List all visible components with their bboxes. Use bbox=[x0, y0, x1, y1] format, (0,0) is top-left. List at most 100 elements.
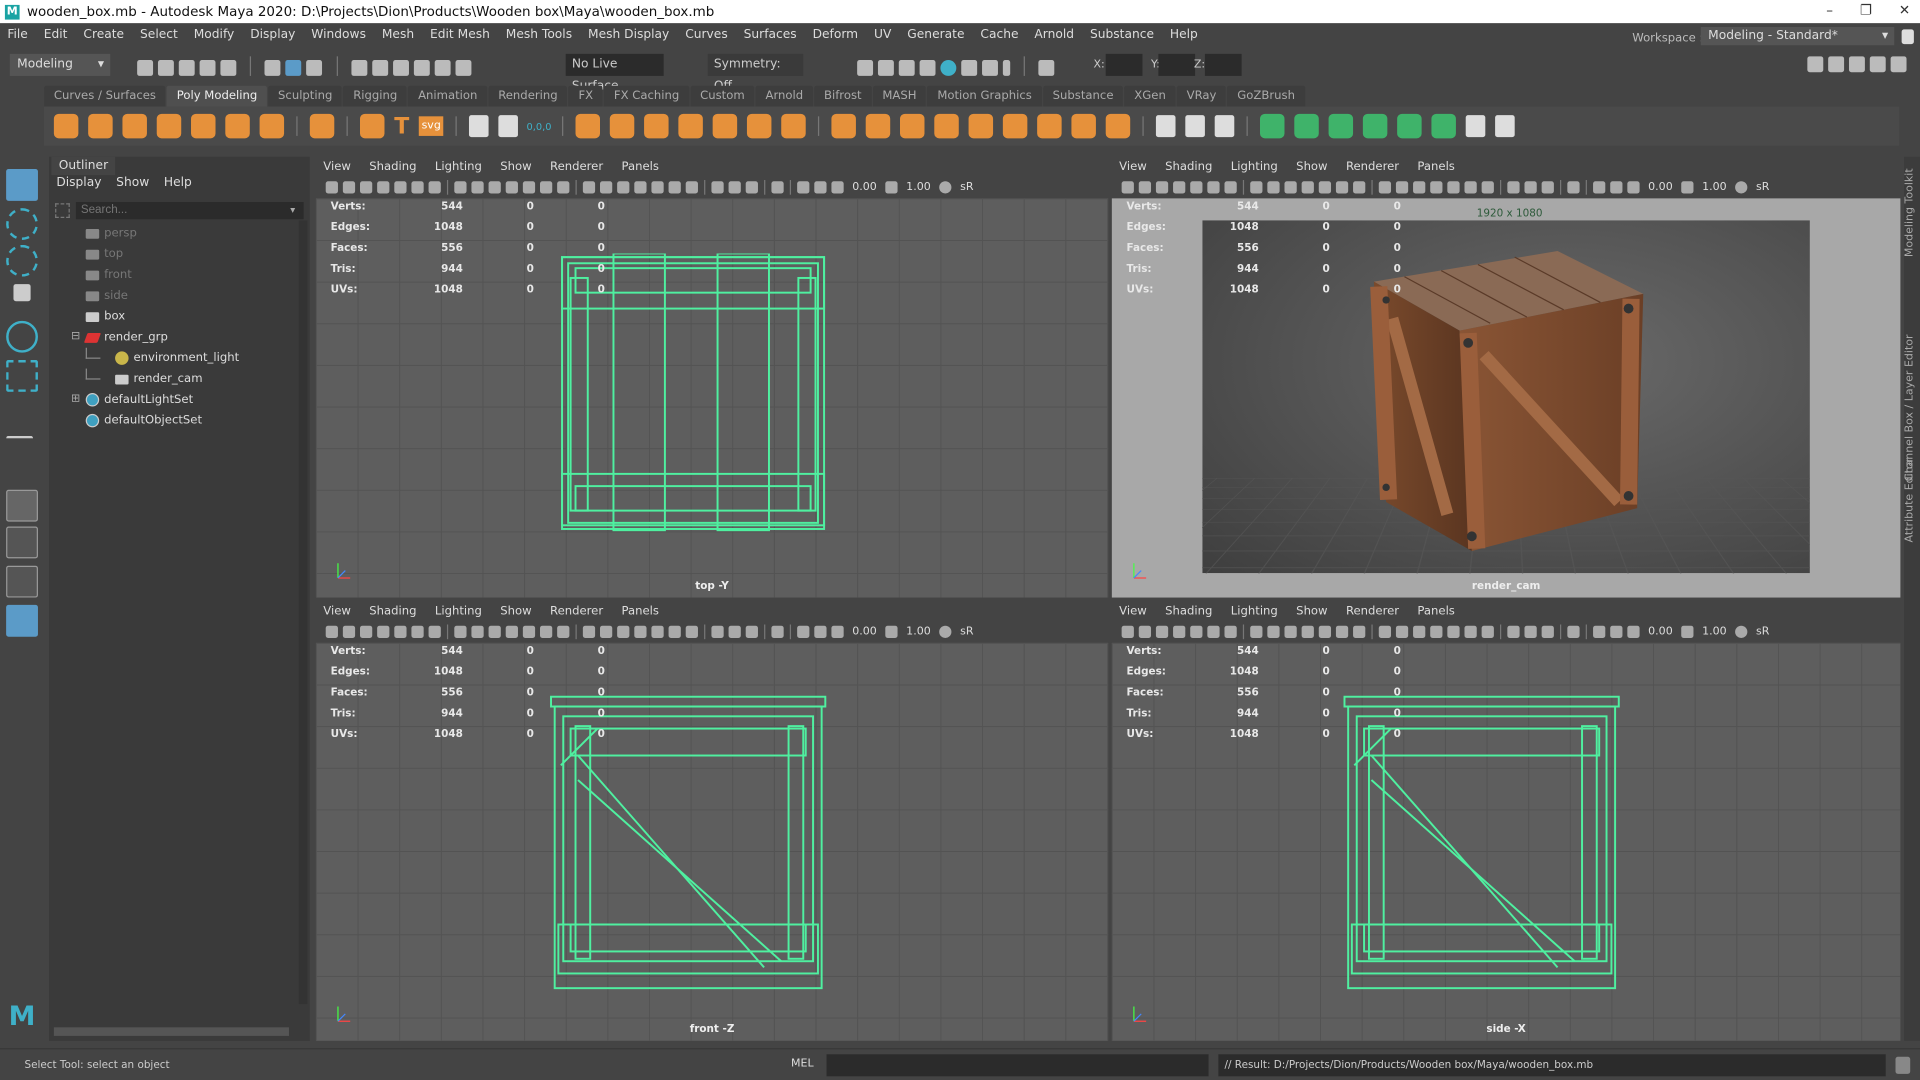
render-setup-icon[interactable] bbox=[961, 60, 978, 76]
color-management-icon[interactable] bbox=[939, 181, 952, 194]
ambient-occlusion-icon[interactable] bbox=[711, 625, 724, 638]
colorspace-label[interactable]: sR bbox=[1756, 181, 1769, 193]
viewport-menu-view[interactable]: View bbox=[323, 604, 351, 621]
grease-pencil-icon[interactable] bbox=[428, 625, 441, 638]
safe-action-icon[interactable] bbox=[540, 181, 553, 194]
shelf-tab-motion-graphics[interactable]: Motion Graphics bbox=[927, 85, 1042, 107]
shelf-tab-sculpting[interactable]: Sculpting bbox=[268, 85, 343, 107]
menu-curves[interactable]: Curves bbox=[685, 28, 728, 41]
uv-editor-icon[interactable] bbox=[1431, 113, 1457, 139]
light-editor-icon[interactable] bbox=[982, 60, 998, 76]
viewport-menu-view[interactable]: View bbox=[323, 159, 351, 176]
menu-display[interactable]: Display bbox=[250, 28, 295, 41]
outliner-item[interactable]: environment_light bbox=[85, 347, 239, 369]
gamma-icon[interactable] bbox=[885, 625, 898, 638]
circularize-icon[interactable] bbox=[1071, 113, 1097, 139]
viewport-menu-panels[interactable]: Panels bbox=[622, 159, 659, 176]
wireframe-on-shaded-icon[interactable] bbox=[634, 181, 647, 194]
redo-icon[interactable] bbox=[220, 60, 237, 76]
camera-attributes-icon[interactable] bbox=[1155, 181, 1169, 194]
viewport-menu-lighting[interactable]: Lighting bbox=[435, 159, 482, 176]
poke-icon[interactable] bbox=[1003, 113, 1028, 139]
xray-joints-icon[interactable] bbox=[797, 625, 810, 638]
render-settings-icon[interactable] bbox=[919, 60, 936, 76]
menu-windows[interactable]: Windows bbox=[311, 28, 366, 41]
viewport-menu-renderer[interactable]: Renderer bbox=[550, 159, 603, 176]
outliner-item[interactable]: render_cam bbox=[85, 368, 203, 390]
motion-blur-icon[interactable] bbox=[1524, 625, 1537, 638]
bookmarks-icon[interactable] bbox=[377, 625, 390, 638]
menuset-dropdown[interactable]: Modeling ▾ bbox=[9, 53, 111, 76]
grease-pencil-icon[interactable] bbox=[1224, 625, 1237, 638]
menu-deform[interactable]: Deform bbox=[813, 28, 859, 41]
motion-blur-icon[interactable] bbox=[728, 181, 741, 194]
add-divisions-icon[interactable] bbox=[969, 113, 994, 139]
shadows-icon[interactable] bbox=[1481, 625, 1494, 638]
snap-view-icon[interactable] bbox=[413, 60, 430, 76]
anti-aliasing-icon[interactable] bbox=[745, 181, 758, 194]
bridge-edge-icon[interactable] bbox=[900, 113, 925, 139]
menu-file[interactable]: File bbox=[7, 28, 27, 41]
shelf-tab-fx[interactable]: FX bbox=[568, 85, 603, 107]
outliner-menu-display[interactable]: Display bbox=[56, 176, 101, 189]
colorspace-label[interactable]: sR bbox=[960, 626, 973, 638]
safe-title-icon[interactable] bbox=[1353, 625, 1366, 638]
grid-icon[interactable] bbox=[454, 625, 467, 638]
outliner-item[interactable]: ⊞ defaultLightSet bbox=[71, 389, 193, 410]
shelf-tab-bifrost[interactable]: Bifrost bbox=[814, 85, 872, 107]
shelf-tab-poly-modeling[interactable]: Poly Modeling bbox=[166, 85, 268, 107]
select-component-icon[interactable] bbox=[306, 60, 323, 76]
wireframe-on-shaded-icon[interactable] bbox=[1430, 181, 1443, 194]
smooth-shade-icon[interactable] bbox=[1395, 181, 1409, 194]
select-camera-icon[interactable] bbox=[325, 625, 338, 638]
wireframe-icon[interactable] bbox=[1378, 625, 1392, 638]
shelf-tab-fx-caching[interactable]: FX Caching bbox=[604, 85, 690, 107]
gamma-value[interactable]: 1.00 bbox=[1702, 181, 1727, 193]
select-camera-icon[interactable] bbox=[1121, 181, 1134, 194]
menu-mesh-tools[interactable]: Mesh Tools bbox=[506, 28, 572, 41]
gate-mask-icon[interactable] bbox=[1301, 181, 1314, 194]
isolate-select-icon[interactable] bbox=[1567, 181, 1580, 194]
lasso-tool-icon[interactable] bbox=[6, 208, 38, 241]
resolution-gate-icon[interactable] bbox=[488, 181, 501, 194]
single-perspective-icon[interactable] bbox=[6, 489, 38, 522]
gamma-icon[interactable] bbox=[1681, 181, 1694, 194]
append-icon[interactable] bbox=[934, 113, 960, 139]
reduce-icon[interactable] bbox=[1106, 113, 1131, 139]
xray-icon[interactable] bbox=[1447, 625, 1460, 638]
shadows-icon[interactable] bbox=[685, 625, 698, 638]
color-management-icon[interactable] bbox=[1735, 181, 1748, 194]
image-plane-icon[interactable] bbox=[394, 625, 407, 638]
bookmarks-icon[interactable] bbox=[1173, 625, 1186, 638]
viewport-menu-shading[interactable]: Shading bbox=[369, 159, 416, 176]
viewport-menu-show[interactable]: Show bbox=[500, 604, 531, 621]
smooth-shade-icon[interactable] bbox=[1395, 625, 1409, 638]
image-plane-icon[interactable] bbox=[394, 181, 407, 194]
outliner-item[interactable]: persp bbox=[85, 223, 137, 244]
mel-command-input[interactable] bbox=[826, 1054, 1209, 1077]
wireframe-icon[interactable] bbox=[582, 181, 596, 194]
gate-mask-icon[interactable] bbox=[505, 181, 518, 194]
poly-type-icon[interactable]: T bbox=[394, 113, 409, 139]
exposure-value[interactable]: 0.00 bbox=[852, 626, 877, 638]
image-plane-icon[interactable] bbox=[1190, 625, 1203, 638]
channel-box-icon[interactable] bbox=[1890, 56, 1907, 73]
viewport-canvas[interactable]: Verts: 544 0 0 Edges: 1048 0 0 Faces: 556 0 0 Tris: 9… bbox=[315, 198, 1109, 598]
film-gate-icon[interactable] bbox=[471, 181, 484, 194]
mel-label[interactable]: MEL bbox=[791, 1058, 814, 1070]
snap-surface-icon[interactable] bbox=[434, 60, 451, 76]
shelf-tab-rendering[interactable]: Rendering bbox=[488, 85, 568, 107]
shelf-tab-vray[interactable]: VRay bbox=[1176, 85, 1227, 107]
collapse-icon[interactable]: ⊟ bbox=[71, 327, 80, 348]
film-gate-icon[interactable] bbox=[471, 625, 484, 638]
ambient-occlusion-icon[interactable] bbox=[1507, 181, 1520, 194]
snap-live-icon[interactable] bbox=[455, 60, 472, 76]
color-management-icon[interactable] bbox=[939, 625, 952, 638]
uv-planar-icon[interactable] bbox=[1260, 113, 1285, 139]
snap-point-icon[interactable] bbox=[392, 60, 409, 76]
outliner-item[interactable]: box bbox=[85, 306, 125, 327]
side-tab-modeling-toolkit[interactable]: Modeling Toolkit bbox=[1904, 164, 1920, 262]
uv-spherical-icon[interactable] bbox=[1329, 113, 1354, 139]
fill-hole-icon[interactable] bbox=[866, 113, 891, 139]
select-hierarchy-icon[interactable] bbox=[264, 60, 281, 76]
